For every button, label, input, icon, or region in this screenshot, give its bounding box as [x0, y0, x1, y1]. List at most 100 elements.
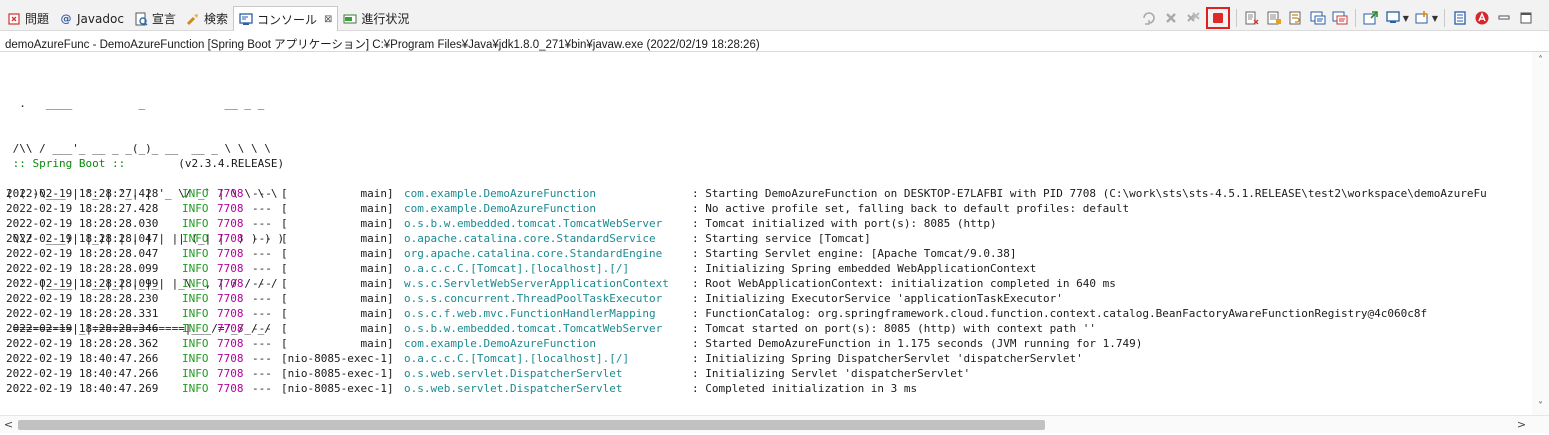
show-on-stdout-icon[interactable]	[1309, 9, 1327, 27]
tab-progress[interactable]: 進行状況	[338, 6, 414, 31]
log-message: : Initializing Spring DispatcherServlet …	[692, 352, 1083, 365]
log-row: 2022-02-19 18:28:28.362 INFO 7708 --- [ main…	[6, 336, 1487, 351]
log-timestamp: 2022-02-19 18:40:47.266	[6, 352, 159, 365]
open-console-icon[interactable]	[1413, 9, 1431, 27]
log-logger: o.s.web.servlet.DispatcherServlet	[404, 382, 623, 395]
word-wrap-icon[interactable]	[1287, 9, 1305, 27]
scroll-right-arrow[interactable]: >	[1513, 416, 1530, 433]
log-message: : Initializing Spring embedded WebApplic…	[692, 262, 1037, 275]
log-row: 2022-02-19 18:28:28.230 INFO 7708 --- [ main…	[6, 291, 1487, 306]
log-message: : Starting Servlet engine: [Apache Tomca…	[692, 247, 1017, 260]
remove-launch-icon[interactable]	[1140, 9, 1158, 27]
log-logger: com.example.DemoAzureFunction	[404, 202, 597, 215]
minimize-icon[interactable]	[1495, 9, 1513, 27]
log-thread: [nio-8085-exec-1]	[281, 367, 394, 380]
log-pid: 7708	[217, 277, 244, 290]
log-pid: 7708	[217, 307, 244, 320]
log-logger: com.example.DemoAzureFunction	[404, 187, 597, 200]
log-lines: 2022-02-19 18:28:27.428 INFO 7708 --- [ main…	[6, 186, 1487, 396]
log-thread: [ main]	[281, 262, 394, 275]
clear-console-icon[interactable]	[1243, 9, 1261, 27]
log-level: INFO	[182, 217, 209, 230]
tab-declaration[interactable]: 宣言	[129, 6, 181, 31]
log-level: INFO	[182, 307, 209, 320]
scroll-left-arrow[interactable]: <	[0, 416, 17, 433]
log-pid: 7708	[217, 247, 244, 260]
tab-javadoc[interactable]: @ Javadoc	[54, 6, 129, 31]
toolbar-separator	[1235, 9, 1237, 27]
log-level: INFO	[182, 232, 209, 245]
tab-label: 検索	[203, 12, 228, 26]
log-logger: com.example.DemoAzureFunction	[404, 337, 597, 350]
tab-search[interactable]: 検索	[181, 6, 233, 31]
remove-all-terminated-icon[interactable]	[1184, 9, 1202, 27]
log-timestamp: 2022-02-19 18:28:28.099	[6, 262, 159, 275]
horizontal-scrollbar[interactable]: < >	[0, 415, 1549, 433]
log-message: : Completed initialization in 3 ms	[692, 382, 918, 395]
chevron-down-icon[interactable]: ▼	[1403, 14, 1409, 23]
log-row: 2022-02-19 18:28:28.047 INFO 7708 --- [ main…	[6, 246, 1487, 261]
log-separator: ---	[252, 382, 272, 395]
log-thread: [ main]	[281, 217, 394, 230]
log-level: INFO	[182, 382, 209, 395]
log-level: INFO	[182, 202, 209, 215]
log-pid: 7708	[217, 352, 244, 365]
log-separator: ---	[252, 247, 272, 260]
maximize-icon[interactable]	[1517, 9, 1535, 27]
log-level: INFO	[182, 277, 209, 290]
scroll-down-arrow[interactable]: ˅	[1532, 398, 1549, 415]
chevron-down-icon[interactable]: ▼	[1432, 14, 1438, 23]
log-timestamp: 2022-02-19 18:28:28.030	[6, 217, 159, 230]
log-thread: [ main]	[281, 337, 394, 350]
tab-label: 宣言	[151, 12, 176, 26]
display-selected-console-icon[interactable]	[1384, 9, 1402, 27]
log-logger: o.s.c.f.web.mvc.FunctionHandlerMapping	[404, 307, 656, 320]
log-timestamp: 2022-02-19 18:28:28.331	[6, 307, 159, 320]
log-pid: 7708	[217, 382, 244, 395]
spring-boot-version: (v2.3.4.RELEASE)	[131, 157, 285, 170]
log-pid: 7708	[217, 217, 244, 230]
log-timestamp: 2022-02-19 18:28:28.346	[6, 322, 159, 335]
log-logger: o.a.c.c.C.[Tomcat].[localhost].[/]	[404, 262, 630, 275]
log-message: : Starting service [Tomcat]	[692, 232, 871, 245]
view-menu-icon[interactable]	[1451, 9, 1469, 27]
toolbar-separator	[1354, 9, 1356, 27]
log-timestamp: 2022-02-19 18:28:28.230	[6, 292, 159, 305]
log-message: : Root WebApplicationContext: initializa…	[692, 277, 1116, 290]
log-thread: [ main]	[281, 202, 394, 215]
log-logger: o.s.web.servlet.DispatcherServlet	[404, 367, 623, 380]
log-row: 2022-02-19 18:28:28.099 INFO 7708 --- [ main…	[6, 276, 1487, 291]
horizontal-scroll-thumb[interactable]	[18, 420, 1045, 430]
log-level: INFO	[182, 247, 209, 260]
log-thread: [ main]	[281, 292, 394, 305]
pin-console-icon[interactable]	[1362, 9, 1380, 27]
tab-console[interactable]: コンソール ⊠	[232, 6, 339, 31]
log-separator: ---	[252, 367, 272, 380]
tab-problems[interactable]: 問題	[2, 6, 54, 31]
log-separator: ---	[252, 322, 272, 335]
scroll-lock-icon[interactable]	[1265, 9, 1283, 27]
log-thread: [ main]	[281, 277, 394, 290]
log-pid: 7708	[217, 202, 244, 215]
log-logger: w.s.c.ServletWebServerApplicationContext	[404, 277, 669, 290]
log-row: 2022-02-19 18:40:47.269 INFO 7708 --- [nio-8…	[6, 381, 1487, 396]
search-flashlight-icon	[186, 12, 200, 26]
log-level: INFO	[182, 352, 209, 365]
banner-line: . ____ _ __ _ _	[6, 97, 265, 110]
show-on-stderr-icon[interactable]	[1331, 9, 1349, 27]
terminate-icon[interactable]	[1162, 9, 1180, 27]
console-output[interactable]: . ____ _ __ _ _ /\\ / ___'_ __ _ _(_)_ _…	[0, 52, 1529, 415]
log-timestamp: 2022-02-19 18:28:28.362	[6, 337, 159, 350]
vertical-scrollbar[interactable]: ˄ ˅	[1532, 52, 1549, 415]
log-row: 2022-02-19 18:28:28.030 INFO 7708 --- [ main…	[6, 216, 1487, 231]
log-separator: ---	[252, 352, 272, 365]
log-pid: 7708	[217, 187, 244, 200]
scroll-up-arrow[interactable]: ˄	[1532, 52, 1549, 69]
spring-boot-icon[interactable]	[1473, 9, 1491, 27]
progress-icon	[343, 12, 357, 26]
terminate-highlighted-icon[interactable]	[1205, 7, 1230, 29]
close-tab-icon[interactable]: ⊠	[324, 14, 332, 25]
log-separator: ---	[252, 232, 272, 245]
log-logger: o.s.s.concurrent.ThreadPoolTaskExecutor	[404, 292, 663, 305]
log-row: 2022-02-19 18:40:47.266 INFO 7708 --- [nio-8…	[6, 351, 1487, 366]
